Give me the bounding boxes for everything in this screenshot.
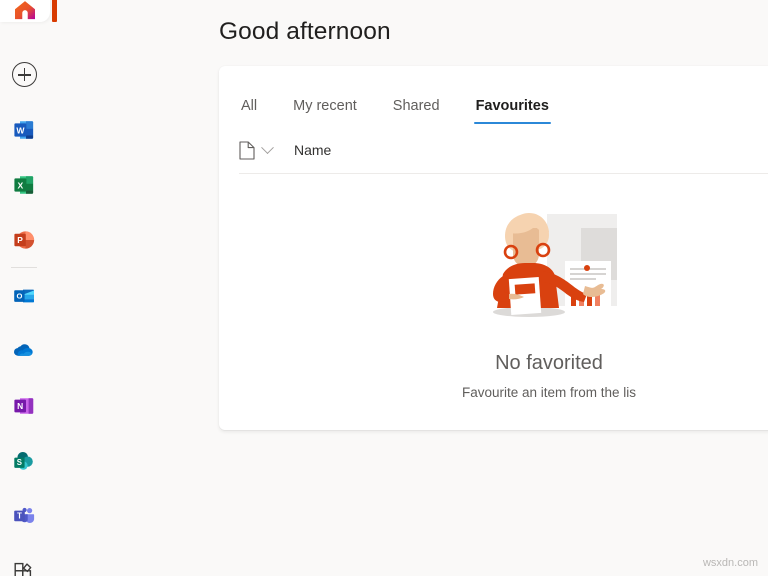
- column-type-sort[interactable]: [239, 141, 272, 160]
- main-content: Good afternoon All My recent Shared Favo…: [48, 0, 768, 576]
- chevron-down-icon: [261, 141, 274, 154]
- empty-state: No favorited Favourite an item from the …: [219, 206, 768, 400]
- app-grid-icon: [12, 559, 36, 576]
- sidebar-item-onedrive[interactable]: [0, 323, 48, 378]
- sidebar-item-powerpoint[interactable]: P: [0, 212, 48, 267]
- watermark: wsxdn.com: [703, 557, 758, 569]
- tab-my-recent[interactable]: My recent: [291, 98, 359, 124]
- sidebar-item-teams[interactable]: T: [0, 488, 48, 543]
- empty-state-title: No favorited: [495, 352, 603, 375]
- microsoft365-home-page: W X: [0, 0, 768, 576]
- sidebar-item-sharepoint[interactable]: S: [0, 433, 48, 488]
- sidebar-item-word[interactable]: W: [0, 102, 48, 157]
- svg-text:S: S: [17, 458, 22, 467]
- svg-text:W: W: [16, 125, 25, 135]
- plus-circle-icon: [12, 62, 37, 87]
- sharepoint-icon: S: [12, 449, 36, 473]
- onenote-icon: N: [12, 394, 36, 418]
- app-icon-rail: W X: [0, 47, 48, 576]
- file-filter-tabs: All My recent Shared Favourites: [219, 66, 768, 124]
- app-rail-sidebar: W X: [0, 0, 48, 576]
- tab-shared[interactable]: Shared: [391, 98, 442, 124]
- svg-text:O: O: [16, 291, 22, 300]
- person-presenting-chart-illustration: [469, 206, 629, 328]
- excel-icon: X: [12, 173, 36, 197]
- svg-text:T: T: [17, 511, 22, 520]
- active-accent-bar: [52, 0, 57, 22]
- tab-favourites[interactable]: Favourites: [474, 98, 551, 124]
- column-header-name[interactable]: Name: [294, 142, 331, 158]
- sidebar-item-outlook[interactable]: O: [0, 268, 48, 323]
- files-card: All My recent Shared Favourites Name Mod…: [219, 66, 768, 430]
- tab-all[interactable]: All: [239, 98, 259, 124]
- sidebar-item-home[interactable]: [0, 0, 50, 22]
- svg-text:X: X: [18, 180, 24, 190]
- page-title: Good afternoon: [219, 18, 391, 46]
- powerpoint-icon: P: [12, 228, 36, 252]
- home-icon: [14, 0, 36, 20]
- outlook-icon: O: [12, 284, 36, 308]
- teams-icon: T: [12, 504, 36, 528]
- svg-text:N: N: [17, 401, 23, 411]
- sidebar-item-onenote[interactable]: N: [0, 378, 48, 433]
- svg-text:P: P: [17, 235, 23, 245]
- document-icon: [239, 141, 255, 160]
- word-icon: W: [12, 118, 36, 142]
- onedrive-icon: [12, 339, 36, 363]
- sidebar-item-create[interactable]: [0, 47, 48, 102]
- empty-state-subtitle: Favourite an item from the lis: [462, 385, 636, 400]
- file-list-column-headers: Name Modified: [239, 138, 768, 174]
- sidebar-item-excel[interactable]: X: [0, 157, 48, 212]
- sidebar-item-more-apps[interactable]: [0, 543, 48, 576]
